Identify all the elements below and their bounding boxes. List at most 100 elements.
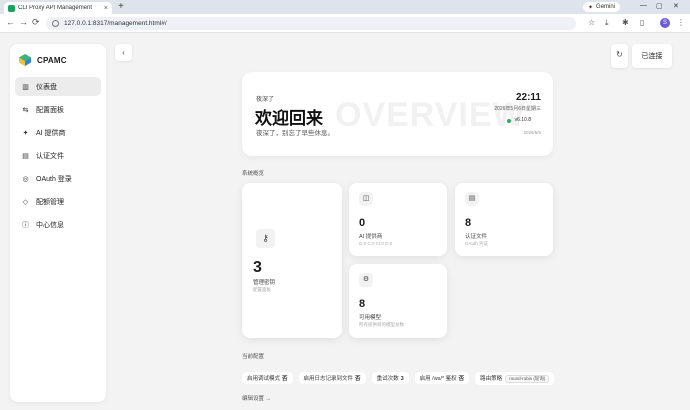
site-favicon-icon [8, 4, 15, 12]
config-summary: 启用调试模式否 启用日志记录到文件否 重试次数 3 启用 /ws/* 鉴权否 路由… [242, 371, 555, 385]
config-ws-auth: 启用 /ws/* 鉴权否 [414, 372, 470, 384]
sidebar-item-auth-files[interactable]: ▤ 认证文件 [15, 146, 101, 165]
tab-title: CLI Proxy API Management [18, 5, 93, 11]
connection-status: 已连接 [632, 44, 672, 68]
config-log-to-file: 启用日志记录到文件否 [298, 372, 366, 384]
star-icon[interactable]: ☆ [588, 18, 595, 27]
models-count: 8 [359, 298, 366, 310]
menu-icon[interactable]: ⋮ [677, 18, 685, 27]
address-bar[interactable]: 127.0.0.1:8317/management.html#/ [46, 17, 576, 30]
config-ws-value: 否 [458, 376, 465, 382]
browser-toolbar: ← → ⟳ 127.0.0.1:8317/management.html#/ ☆… [0, 14, 690, 33]
gemini-button[interactable]: ✦ Gemini [583, 2, 621, 12]
sidebar-nav: ▥ 仪表盘 ⇆ 配置面板 ✦ AI 提供商 ▤ 认证文件 ◎ OAuth 登录 … [15, 77, 101, 238]
config-log-label: 启用日志记录到文件 [303, 376, 354, 382]
ai-providers-label: AI 提供商 [359, 234, 383, 240]
sidebar-item-oauth[interactable]: ◎ OAuth 登录 [15, 169, 101, 188]
config-debug-label: 启用调试模式 [247, 376, 281, 382]
url-text: 127.0.0.1:8317/management.html#/ [64, 20, 167, 27]
config-retry: 重试次数 3 [371, 372, 409, 384]
forward-icon[interactable]: → [19, 17, 28, 27]
refresh-button[interactable]: ↻ [611, 44, 628, 68]
sidebar-item-label: 配额管理 [36, 198, 64, 206]
models-label: 可用模型 [359, 315, 382, 321]
config-debug: 启用调试模式否 [242, 372, 293, 384]
gemini-label: Gemini [596, 4, 616, 10]
model-icon: ⚙ [359, 273, 373, 287]
sidebar-item-config[interactable]: ⇆ 配置面板 [15, 100, 101, 119]
current-config-label: 当前配置 [242, 354, 265, 360]
robot-icon: ◫ [359, 192, 373, 206]
auth-files-count: 8 [465, 217, 472, 229]
config-retry-value: 3 [400, 376, 404, 382]
collapse-sidebar-button[interactable]: ‹ [115, 44, 132, 61]
models-sub: 所有提供商的模型总数 [359, 322, 404, 327]
browser-tabstrip: CLI Proxy API Management × + ✦ Gemini — … [0, 0, 690, 14]
new-tab-button[interactable]: + [118, 2, 124, 12]
welcome-card: OVERVIEW 夜深了 欢迎回来 夜深了，别忘了早些休息。 22:11 202… [242, 72, 553, 156]
minimize-icon[interactable]: — [640, 2, 647, 9]
sidebar-item-label: AI 提供商 [36, 129, 66, 137]
sliders-icon: ⇆ [22, 106, 29, 114]
tab-close-icon[interactable]: × [104, 5, 108, 12]
auth-files-card[interactable]: ▤ 8 认证文件 OAuth 凭证 [455, 183, 553, 256]
sidebar-item-info[interactable]: ⓘ 中心信息 [15, 215, 101, 234]
brand[interactable]: CPAMC [18, 53, 67, 67]
config-routing-label: 路由策略 [480, 375, 503, 382]
key-icon: ⚷ [256, 229, 275, 248]
config-retry-label: 重试次数 [376, 376, 399, 382]
reload-icon[interactable]: ⟳ [32, 17, 40, 28]
info-icon: ⓘ [22, 221, 29, 229]
sidebar-item-ai-providers[interactable]: ✦ AI 提供商 [15, 123, 101, 142]
mgmt-key-count: 3 [253, 259, 262, 276]
auth-files-label: 认证文件 [465, 234, 488, 240]
greeting-small: 夜深了 [256, 97, 275, 103]
mgmt-key-card[interactable]: ⚷ 3 管理密钥 配置面板 [242, 183, 342, 338]
download-icon[interactable]: ⤓ [605, 18, 609, 28]
side-panel-icon[interactable]: ▯ [640, 18, 644, 27]
site-info-icon[interactable] [52, 20, 59, 27]
gemini-icon: ✦ [588, 4, 594, 11]
overview-label: 系统概览 [242, 171, 265, 177]
ai-providers-sub: G:0 C:0 Cl:0 O:0 [359, 241, 393, 246]
edit-settings-link[interactable]: 编辑设置 → [242, 394, 271, 402]
ai-providers-count: 0 [359, 217, 366, 229]
maximize-icon[interactable]: ▢ [656, 2, 663, 10]
sidebar-item-label: 配置面板 [36, 106, 64, 114]
welcome-title: 欢迎回来 [255, 109, 323, 128]
close-window-icon[interactable]: ✕ [673, 2, 679, 10]
mgmt-key-sub: 配置面板 [253, 287, 271, 292]
hero-watermark: OVERVIEW [335, 96, 526, 134]
config-ws-label: 启用 /ws/* 鉴权 [419, 376, 457, 382]
browser-tab[interactable]: CLI Proxy API Management × [4, 2, 112, 14]
quota-icon: ◇ [22, 198, 29, 206]
extensions-icon[interactable]: ✱ [622, 18, 629, 27]
ai-providers-card[interactable]: ◫ 0 AI 提供商 G:0 C:0 Cl:0 O:0 [349, 183, 447, 256]
document-icon: ▤ [465, 192, 479, 206]
oauth-icon: ◎ [22, 175, 29, 183]
sidebar-item-label: 认证文件 [36, 152, 64, 160]
back-icon[interactable]: ← [6, 17, 15, 27]
sparkle-icon: ✦ [22, 129, 29, 137]
sidebar-item-quota[interactable]: ◇ 配额管理 [15, 192, 101, 211]
config-log-value: 否 [355, 376, 361, 382]
version-badge: v6.10.8 [503, 115, 537, 126]
models-card[interactable]: ⚙ 8 可用模型 所有提供商的模型总数 [349, 264, 447, 338]
clock-date: 2026年5月6日星期三 [494, 106, 541, 112]
brand-logo-icon [19, 54, 31, 66]
config-routing-value: round-robin (轮询) [505, 374, 550, 383]
dashboard-icon: ▥ [22, 83, 29, 91]
file-icon: ▤ [22, 152, 29, 160]
sidebar-item-dashboard[interactable]: ▥ 仪表盘 [15, 77, 101, 96]
clock-time: 22:11 [515, 92, 541, 103]
brand-name: CPAMC [37, 55, 67, 65]
mgmt-key-label: 管理密钥 [253, 280, 276, 286]
auth-files-sub: OAuth 凭证 [465, 241, 489, 246]
welcome-subtitle: 夜深了，别忘了早些休息。 [256, 130, 334, 137]
sidebar-item-label: 中心信息 [36, 221, 64, 229]
sidebar: CPAMC ▥ 仪表盘 ⇆ 配置面板 ✦ AI 提供商 ▤ 认证文件 ◎ OAu… [10, 44, 106, 402]
sidebar-item-label: 仪表盘 [36, 83, 57, 91]
profile-avatar[interactable]: S [660, 18, 670, 28]
build-date: 2026/5/5 [523, 130, 541, 135]
config-routing: 路由策略 round-robin (轮询) [475, 371, 555, 385]
